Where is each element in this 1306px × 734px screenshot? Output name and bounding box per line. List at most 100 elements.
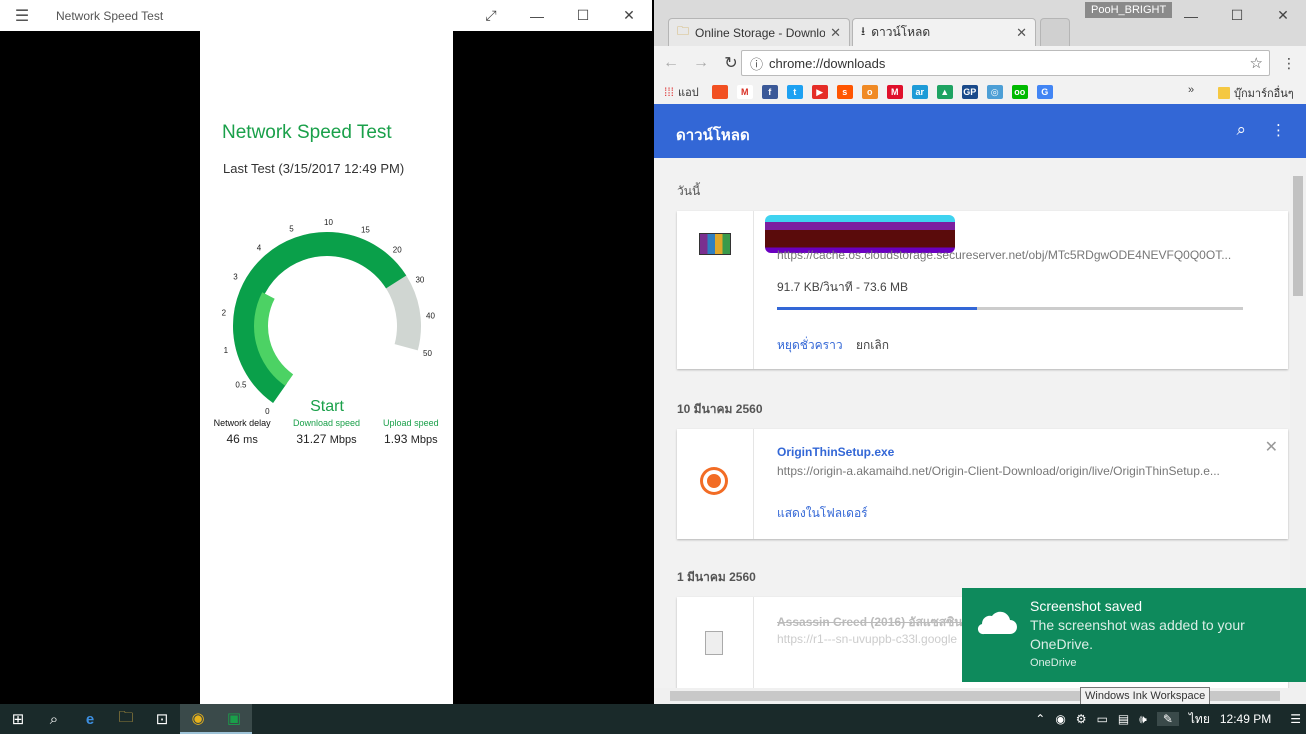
file-icon xyxy=(705,631,723,655)
show-in-folder-link[interactable]: แสดงในโฟลเดอร์ xyxy=(777,504,868,523)
download-url: https://cache.os.cloudstorage.secureserv… xyxy=(777,248,1232,262)
maximize-button[interactable]: ☐ xyxy=(560,0,606,31)
stat-label: Network delay xyxy=(213,418,271,428)
speed-test-app-icon[interactable]: ▣ xyxy=(216,704,252,734)
back-arrow-icon[interactable]: ← xyxy=(658,54,684,72)
ar-app-bookmark-icon[interactable]: ar xyxy=(911,85,928,99)
search-icon[interactable]: ⌕ xyxy=(36,704,72,734)
search-icon[interactable]: ⌕ xyxy=(1236,120,1246,140)
gauge-tick-label: 0 xyxy=(265,407,270,416)
last-test-label: Last Test (3/15/2017 12:49 PM) xyxy=(223,161,405,176)
address-bar[interactable]: ⓘ chrome://downloads ☆ xyxy=(741,50,1270,76)
download-item: https://cache.os.cloudstorage.secureserv… xyxy=(677,211,1288,369)
soundcloud-bookmark-icon[interactable]: s xyxy=(836,85,853,99)
close-button[interactable]: ✕ xyxy=(606,0,652,31)
forward-arrow-icon[interactable]: → xyxy=(688,54,714,72)
folder-icon xyxy=(1218,87,1230,99)
facebook-bookmark-icon[interactable]: f xyxy=(761,85,778,99)
clock[interactable]: 12:49 PM xyxy=(1220,712,1271,726)
translate-bookmark-icon[interactable]: G xyxy=(1036,85,1053,99)
chrome-icon[interactable]: ◉ xyxy=(180,704,216,734)
gauge-tick-label: 4 xyxy=(257,243,262,252)
youtube-bookmark-icon[interactable]: ▶ xyxy=(811,85,828,99)
cloud-icon xyxy=(977,611,1017,635)
new-tab-button[interactable] xyxy=(1040,18,1070,46)
stat-label: Upload speed xyxy=(383,418,439,428)
windows-start-icon[interactable]: ⊞ xyxy=(0,704,36,734)
gauge-tick-label: 2 xyxy=(222,308,227,317)
cancel-button[interactable]: ยกเลิก xyxy=(856,336,889,355)
volume-icon[interactable]: 🕪 xyxy=(1139,712,1147,727)
more-options-icon[interactable]: ⋮ xyxy=(1271,121,1286,139)
minimize-button[interactable]: — xyxy=(514,0,560,31)
gmail-bookmark-icon[interactable]: M xyxy=(736,85,753,99)
start-button[interactable]: Start xyxy=(310,398,344,415)
folder-icon: 🗀 xyxy=(677,24,690,38)
browser-toolbar: ← → ↻ ⓘ chrome://downloads ☆ ⋮ xyxy=(654,46,1306,80)
menu-icon[interactable]: ⋮ xyxy=(1282,55,1296,72)
microsoft-bookmark-icon[interactable] xyxy=(711,85,728,99)
profile-badge[interactable]: PooH_BRIGHT xyxy=(1085,2,1173,18)
archive-icon xyxy=(699,233,731,255)
edge-icon[interactable]: e xyxy=(72,704,108,734)
language-indicator[interactable]: ไทย xyxy=(1189,710,1210,729)
fullscreen-icon[interactable]: ⤢ xyxy=(468,0,514,31)
stat-unit: ms xyxy=(243,434,258,446)
network-icon[interactable]: ▤ xyxy=(1118,712,1129,726)
stat-network-delay: Network delay 46 ms xyxy=(200,418,284,446)
store-icon[interactable]: ⊡ xyxy=(144,704,180,734)
file-explorer-icon[interactable]: 🗀 xyxy=(108,704,144,734)
stat-upload-speed: Upload speed 1.93 Mbps xyxy=(369,418,453,446)
stats-row: Network delay 46 ms Download speed 31.27… xyxy=(200,418,453,446)
maximize-button[interactable]: ☐ xyxy=(1214,0,1260,31)
tab-close-icon[interactable]: ✕ xyxy=(830,25,841,41)
action-center-icon[interactable]: ☰ xyxy=(1290,712,1301,726)
gauge-tick-label: 1 xyxy=(224,346,229,355)
date-header: 10 มีนาคม 2560 xyxy=(677,402,763,416)
onedrive-toast[interactable]: Screenshot saved The screenshot was adde… xyxy=(962,588,1306,682)
earth-app-bookmark-icon[interactable]: ◎ xyxy=(986,85,1003,99)
download-url: https://origin-a.akamaihd.net/Origin-Cli… xyxy=(777,464,1220,478)
chevron-up-icon[interactable]: ⌃ xyxy=(1035,712,1045,726)
pause-button[interactable]: หยุดชั่วคราว xyxy=(777,336,843,355)
bookmarks-more-icon[interactable]: » xyxy=(1188,84,1194,96)
tab-online-storage[interactable]: 🗀 Online Storage - Downlo ✕ xyxy=(668,18,850,46)
tooltip: Windows Ink Workspace xyxy=(1080,687,1211,705)
gp-app-bookmark-icon[interactable]: GP xyxy=(961,85,978,99)
date-header: วันนี้ xyxy=(677,184,701,198)
minimize-button[interactable]: — xyxy=(1168,0,1214,31)
apps-grid-icon[interactable]: ⁞⁞⁞ xyxy=(664,85,674,99)
stat-value: 31.27 xyxy=(296,432,327,446)
download-filename[interactable]: OriginThinSetup.exe xyxy=(777,445,894,459)
gauge-tick-label: 20 xyxy=(393,245,402,254)
progress-bar-fill xyxy=(777,307,978,310)
remove-item-icon[interactable]: ✕ xyxy=(1265,437,1278,457)
date-header: 1 มีนาคม 2560 xyxy=(677,570,756,584)
apps-label[interactable]: แอป xyxy=(678,83,699,101)
record-icon[interactable]: ◉ xyxy=(1055,712,1065,726)
download-filename[interactable]: Assassin Creed (2016) อัสแซสซิน xyxy=(777,613,962,632)
stat-label: Download speed xyxy=(292,418,361,428)
taskbar: ⊞ ⌕ e 🗀 ⊡ ◉ ▣ ⌃ ◉ ⚙ ▭ ▤ 🕪 ✎ ไทย 12:49 PM… xyxy=(0,704,1306,734)
battery-icon[interactable]: ▭ xyxy=(1097,712,1108,726)
orange-app-bookmark-icon[interactable]: o xyxy=(861,85,878,99)
drive-bookmark-icon[interactable]: ▲ xyxy=(936,85,953,99)
steam-icon[interactable]: ⚙ xyxy=(1076,712,1087,726)
line-app-bookmark-icon[interactable]: oo xyxy=(1011,85,1028,99)
close-button[interactable]: ✕ xyxy=(1260,0,1306,31)
info-icon[interactable]: ⓘ xyxy=(750,54,763,73)
twitter-bookmark-icon[interactable]: t xyxy=(786,85,803,99)
red-m-bookmark-icon[interactable]: M xyxy=(886,85,903,99)
gauge-tick-label: 40 xyxy=(426,311,435,320)
gauge-tick-label: 0.5 xyxy=(235,380,247,389)
tab-downloads[interactable]: ⭳ ดาวน์โหลด ✕ xyxy=(852,18,1036,46)
other-bookmarks[interactable]: บุ๊กมาร์กอื่นๆ xyxy=(1218,84,1294,102)
speed-gauge: 0 0.5 1 2 3 4 5 10 15 20 30 40 50 Start xyxy=(222,218,436,416)
hamburger-menu-icon[interactable]: ☰ xyxy=(0,0,44,31)
pen-icon[interactable]: ✎ xyxy=(1156,712,1179,726)
other-bookmarks-label: บุ๊กมาร์กอื่นๆ xyxy=(1234,88,1294,100)
url-text: chrome://downloads xyxy=(769,55,886,71)
tab-close-icon[interactable]: ✕ xyxy=(1016,25,1027,41)
star-icon[interactable]: ☆ xyxy=(1250,54,1263,72)
stat-unit: Mbps xyxy=(410,434,438,446)
